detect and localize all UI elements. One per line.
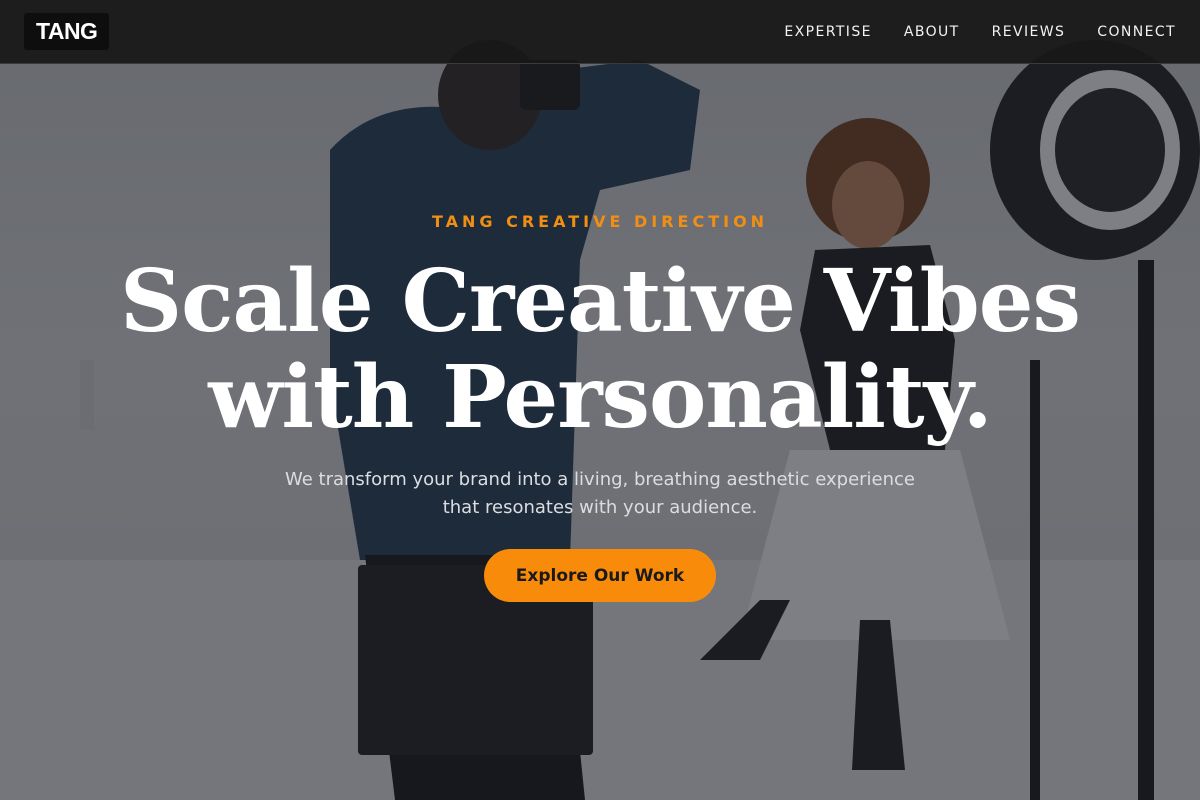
hero-section: TANG EXPERTISE ABOUT REVIEWS CONNECT TAN…: [0, 0, 1200, 800]
nav-link-connect[interactable]: CONNECT: [1097, 24, 1176, 40]
nav-links: EXPERTISE ABOUT REVIEWS CONNECT: [784, 0, 1176, 64]
hero-headline: Scale Creative Vibes with Personality.: [0, 254, 1200, 446]
nav-link-expertise[interactable]: EXPERTISE: [784, 24, 871, 40]
hero-content: TANG CREATIVE DIRECTION Scale Creative V…: [0, 0, 1200, 800]
hero-headline-line-2: with Personality.: [208, 347, 992, 448]
hero-eyebrow: TANG CREATIVE DIRECTION: [431, 212, 769, 231]
hero-headline-line-1: Scale Creative Vibes: [120, 251, 1081, 352]
explore-work-button[interactable]: Explore Our Work: [484, 549, 716, 602]
nav-link-reviews[interactable]: REVIEWS: [992, 24, 1066, 40]
site-logo[interactable]: TANG: [24, 13, 110, 50]
hero-subtitle: We transform your brand into a living, b…: [250, 466, 950, 522]
hero-subtitle-line-1: We transform your brand into a living, b…: [284, 469, 916, 490]
hero-subtitle-line-2: that resonates with your audience.: [442, 497, 758, 518]
nav-link-about[interactable]: ABOUT: [904, 24, 960, 40]
top-navbar: TANG EXPERTISE ABOUT REVIEWS CONNECT: [0, 0, 1200, 64]
